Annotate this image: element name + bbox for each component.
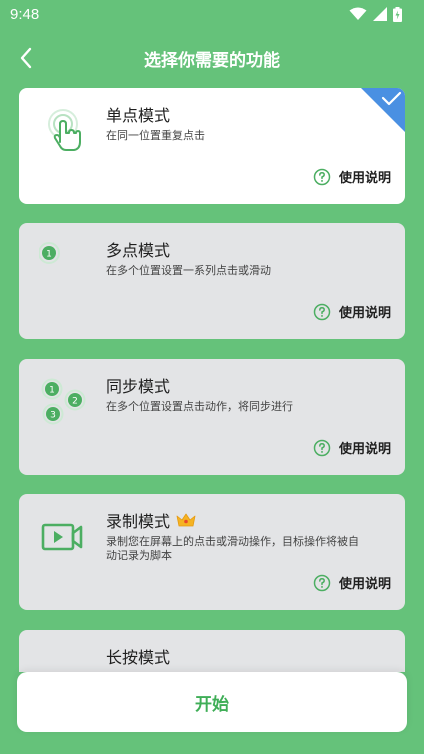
mode-description: 在多个位置设置一系列点击或滑动 bbox=[106, 264, 271, 277]
mode-name: 多点模式 bbox=[106, 237, 170, 261]
mode-list: 单点模式 在同一位置重复点击 使用说明 1 多点模式 在多个位置设置一系列点击或… bbox=[0, 0, 424, 672]
mode-card-single-tap[interactable]: 单点模式 在同一位置重复点击 使用说明 bbox=[19, 88, 405, 204]
svg-text:3: 3 bbox=[50, 411, 56, 421]
mode-name-text: 长按模式 bbox=[106, 648, 171, 667]
svg-text:2: 2 bbox=[72, 397, 78, 407]
mode-card-record[interactable]: 录制模式 录制您在屏幕上的点击或滑动操作，目标操作将被自动记录为脚本 使用说明 bbox=[19, 494, 405, 610]
help-label: 使用说明 bbox=[338, 442, 391, 457]
crown-icon bbox=[176, 513, 196, 527]
svg-text:1: 1 bbox=[46, 250, 52, 260]
mode-card-multi-point[interactable]: 1 多点模式 在多个位置设置一系列点击或滑动 使用说明 bbox=[19, 223, 405, 339]
multi-point-icon: 1 bbox=[38, 237, 95, 293]
svg-text:1: 1 bbox=[49, 386, 55, 396]
start-label: 开始 bbox=[195, 694, 229, 715]
mode-name-text: 同步模式 bbox=[106, 377, 171, 396]
question-circle-icon bbox=[313, 439, 331, 456]
mode-name-text: 多点模式 bbox=[106, 241, 171, 260]
help-label: 使用说明 bbox=[338, 577, 391, 592]
question-circle-icon bbox=[313, 574, 331, 591]
sync-points-icon: 1 2 3 bbox=[39, 373, 95, 429]
help-link[interactable]: 使用说明 bbox=[313, 302, 391, 321]
mode-name: 长按模式 bbox=[106, 644, 170, 668]
mode-description: 录制您在屏幕上的点击或滑动操作，目标操作将被自动记录为脚本 bbox=[106, 535, 359, 562]
mode-description: 在同一位置重复点击 bbox=[106, 129, 205, 142]
mode-name: 录制模式 bbox=[106, 508, 196, 532]
question-circle-icon bbox=[313, 303, 331, 320]
help-label: 使用说明 bbox=[338, 306, 391, 321]
help-link[interactable]: 使用说明 bbox=[313, 573, 391, 592]
mode-description: 在多个位置设置点击动作，将同步进行 bbox=[106, 400, 293, 413]
mode-name: 单点模式 bbox=[106, 102, 170, 126]
tap-hand-icon bbox=[39, 102, 95, 158]
mode-name: 同步模式 bbox=[106, 373, 170, 397]
mode-card-sync[interactable]: 1 2 3 同步模式 在多个位置设置点击动作，将同步进行 使用说明 bbox=[19, 359, 405, 475]
long-press-icon bbox=[39, 644, 95, 672]
question-circle-icon bbox=[313, 168, 331, 185]
mode-name-text: 单点模式 bbox=[106, 106, 171, 125]
start-button[interactable]: 开始 bbox=[17, 672, 407, 732]
video-record-icon bbox=[39, 508, 95, 564]
mode-card-long-press[interactable]: 长按模式 bbox=[19, 630, 405, 672]
mode-name-text: 录制模式 bbox=[106, 512, 171, 531]
help-link[interactable]: 使用说明 bbox=[313, 438, 391, 457]
selected-check-badge bbox=[361, 88, 405, 132]
help-label: 使用说明 bbox=[338, 171, 391, 186]
help-link[interactable]: 使用说明 bbox=[313, 167, 391, 186]
